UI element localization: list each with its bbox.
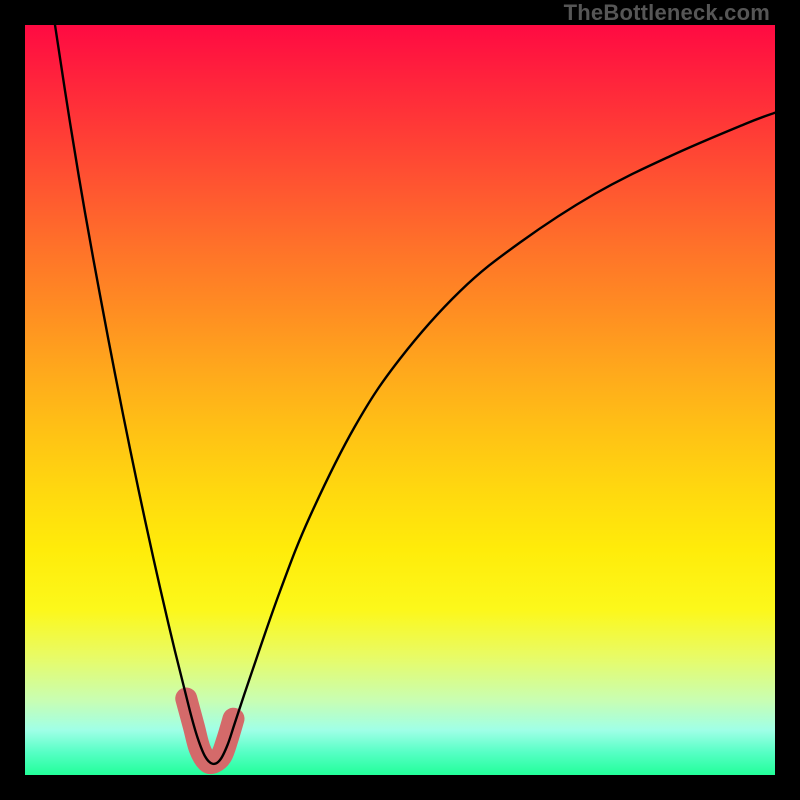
watermark-text: TheBottleneck.com <box>564 0 770 26</box>
chart-frame <box>25 25 775 775</box>
highlight-near-zero-path <box>186 699 233 764</box>
bottleneck-curve-path <box>55 25 775 764</box>
chart-svg <box>25 25 775 775</box>
plot-area <box>25 25 775 775</box>
